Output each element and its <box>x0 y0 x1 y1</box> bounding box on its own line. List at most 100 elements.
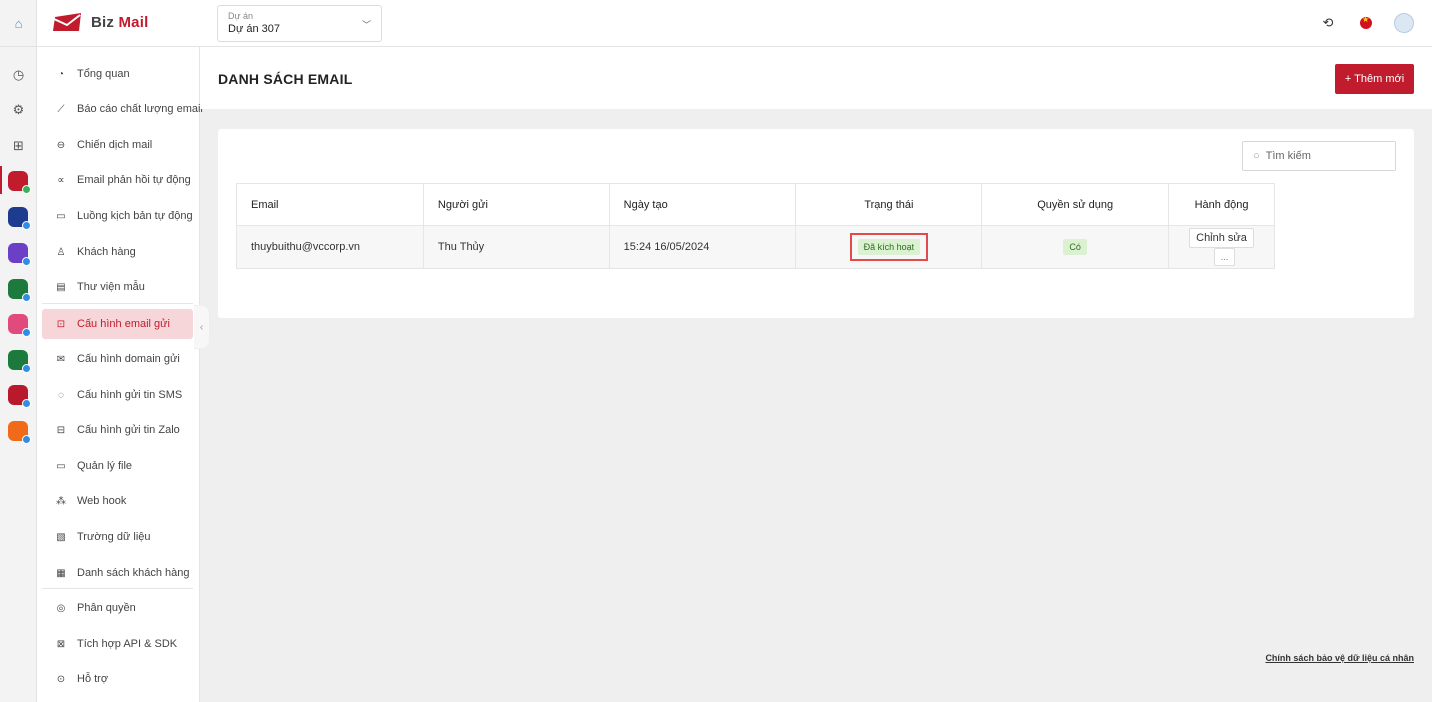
sidebar-item-label: Tổng quan <box>77 68 130 80</box>
sidebar-item-label: Cấu hình gửi tin SMS <box>77 389 183 401</box>
more-actions-button[interactable]: ... <box>1213 248 1236 266</box>
col-header-actions: Hành động <box>1168 183 1275 226</box>
app-icon-7[interactable] <box>8 385 31 408</box>
logo-text: Biz Mail <box>91 13 149 31</box>
sidebar-item-label: Trường dữ liệu <box>77 531 151 543</box>
zalo-icon: ⊟ <box>56 424 66 436</box>
project-select[interactable]: Dự án Dự án 307 ﹀ <box>217 5 382 42</box>
col-header-status: Trạng thái <box>795 183 983 226</box>
sidebar-item-label: Chiến dịch mail <box>77 139 153 151</box>
dashboard-icon[interactable]: ◷ <box>0 60 37 90</box>
col-header-email: Email <box>236 183 424 226</box>
app-icon-3[interactable] <box>8 243 31 266</box>
sidebar-item-quan-ly-file[interactable]: ▭ Quản lý file <box>42 451 193 481</box>
workflow-icon: ▭ <box>56 210 66 222</box>
col-header-sender: Người gửi <box>422 183 610 226</box>
app-icon-8[interactable] <box>8 421 31 444</box>
add-new-button[interactable]: + Thêm mới <box>1335 64 1414 94</box>
bizmail-logo[interactable]: Biz Mail <box>53 11 148 33</box>
privacy-policy-link[interactable]: Chính sách bảo vệ dữ liệu cá nhân <box>1265 653 1414 663</box>
email-list-card: ○ Email Người gửi Ngày tạo Trạng thái Qu… <box>218 129 1414 318</box>
mail-icon: ✉ <box>56 353 66 365</box>
sidebar-item-tich-hop-api[interactable]: ⊠ Tích hợp API & SDK <box>42 629 193 659</box>
home-icon[interactable]: ⌂ <box>0 0 37 47</box>
sidebar-collapse-button[interactable]: ‹ <box>194 305 210 349</box>
sidebar-item-bao-cao[interactable]: ⟋ Báo cáo chất lượng email <box>42 94 203 124</box>
cell-actions: Chỉnh sửa... <box>1168 225 1275 269</box>
headset-icon[interactable]: ⟲ <box>1318 13 1338 33</box>
table-row: thuybuithu@vccorp.vn Thu Thủy 15:24 16/0… <box>236 225 1275 269</box>
sidebar-divider <box>42 303 193 304</box>
chevron-down-icon: ﹀ <box>361 20 371 30</box>
sidebar-item-label: Báo cáo chất lượng email <box>77 103 203 115</box>
grid-icon[interactable]: ⊞ <box>0 131 37 161</box>
customer-list-icon: ▦ <box>56 567 66 579</box>
page-header: DANH SÁCH EMAIL + Thêm mới <box>200 47 1432 109</box>
webhook-icon: ⁂ <box>56 495 66 507</box>
edit-button[interactable]: Chỉnh sửa <box>1189 228 1254 248</box>
template-library-icon: ▤ <box>56 281 66 293</box>
app-icon-2[interactable] <box>8 207 31 230</box>
sidebar-item-luong-kich-ban[interactable]: ▭ Luồng kịch bản tự động <box>42 201 193 231</box>
sidebar-item-tong-quan[interactable]: ◔ Tổng quan <box>42 59 193 89</box>
project-select-label: Dự án <box>228 11 254 21</box>
table-header-row: Email Người gửi Ngày tạo Trạng thái Quyề… <box>236 183 1275 226</box>
sidebar-item-web-hook[interactable]: ⁂ Web hook <box>42 486 193 516</box>
app-icon-5[interactable] <box>8 314 31 337</box>
bizmail-app-icon[interactable] <box>8 171 31 194</box>
app-rail: ⌂ ◷ ⚙ ⊞ <box>0 0 37 702</box>
rail-active-indicator <box>0 166 2 194</box>
sidebar-item-khach-hang[interactable]: ♙ Khách hàng <box>42 237 193 267</box>
sidebar-item-label: Cấu hình email gửi <box>77 318 170 330</box>
app-icon-4[interactable] <box>8 279 31 302</box>
campaign-icon: ⊖ <box>56 139 66 151</box>
cell-created: 15:24 16/05/2024 <box>608 225 797 269</box>
sidebar-item-cau-hinh-zalo[interactable]: ⊟ Cấu hình gửi tin Zalo <box>42 415 193 445</box>
search-input[interactable] <box>1265 150 1376 162</box>
language-switch[interactable] <box>1356 13 1376 33</box>
vietnam-flag-icon <box>1360 15 1372 29</box>
permission-badge: Có <box>1063 239 1087 255</box>
sidebar-item-cau-hinh-sms[interactable]: ◌ Cấu hình gửi tin SMS <box>42 380 193 410</box>
sidebar-item-email-phan-hoi[interactable]: ∝ Email phản hồi tự động <box>42 165 193 195</box>
sidebar-item-phan-quyen[interactable]: ◎ Phân quyền <box>42 593 193 623</box>
sidebar-item-cau-hinh-email-gui[interactable]: ⊡ Cấu hình email gửi <box>42 309 193 339</box>
sidebar-item-thu-vien-mau[interactable]: ▤ Thư viện mẫu <box>42 272 193 302</box>
chevron-left-icon: ‹ <box>199 321 204 333</box>
project-select-value: Dự án 307 <box>228 23 281 35</box>
autoreply-icon: ∝ <box>57 174 65 186</box>
sidebar-item-ho-tro[interactable]: ⊙ Hỗ trợ <box>42 664 193 694</box>
sidebar-item-label: Danh sách khách hàng <box>77 567 190 579</box>
search-box[interactable]: ○ <box>1242 141 1396 171</box>
cell-email: thuybuithu@vccorp.vn <box>236 225 424 269</box>
customers-icon: ♙ <box>56 246 66 258</box>
sidebar-item-label: Cấu hình domain gửi <box>77 353 180 365</box>
sidebar-item-danh-sach-khach-hang[interactable]: ▦ Danh sách khách hàng <box>42 558 193 588</box>
top-header: Biz Mail Dự án Dự án 307 ﹀ ⟲ <box>37 0 1432 47</box>
col-header-created: Ngày tạo <box>608 183 797 226</box>
sidebar-item-label: Thư viện mẫu <box>77 281 145 293</box>
envelope-logo-icon <box>53 11 83 33</box>
overview-icon: ◔ <box>57 68 65 80</box>
header-actions: ⟲ <box>1318 13 1414 33</box>
api-icon: ⊠ <box>56 638 66 650</box>
chart-icon: ⟋ <box>57 103 65 115</box>
sidebar-item-label: Tích hợp API & SDK <box>77 638 178 650</box>
email-table: Email Người gửi Ngày tạo Trạng thái Quyề… <box>236 183 1275 269</box>
user-menu[interactable] <box>1394 13 1414 33</box>
avatar <box>1394 13 1414 33</box>
app-icon-6[interactable] <box>8 350 31 373</box>
cell-sender: Thu Thủy <box>422 225 610 269</box>
sidebar-divider <box>42 588 193 589</box>
settings-icon[interactable]: ⚙ <box>0 95 37 125</box>
folder-icon: ▭ <box>56 460 66 472</box>
sidebar-item-cau-hinh-domain[interactable]: ✉ Cấu hình domain gửi <box>42 344 193 374</box>
shield-icon: ◎ <box>56 602 66 614</box>
sidebar-item-label: Phân quyền <box>77 602 136 614</box>
sidebar: ◔ Tổng quan ⟋ Báo cáo chất lượng email ⊖ Ch… <box>37 47 203 702</box>
sidebar-item-label: Khách hàng <box>77 246 136 258</box>
sidebar-item-label: Email phản hồi tự động <box>77 174 191 186</box>
data-field-icon: ▧ <box>56 531 66 543</box>
sidebar-item-truong-du-lieu[interactable]: ▧ Trường dữ liệu <box>42 522 193 552</box>
sidebar-item-chien-dich[interactable]: ⊖ Chiến dịch mail <box>42 130 193 160</box>
